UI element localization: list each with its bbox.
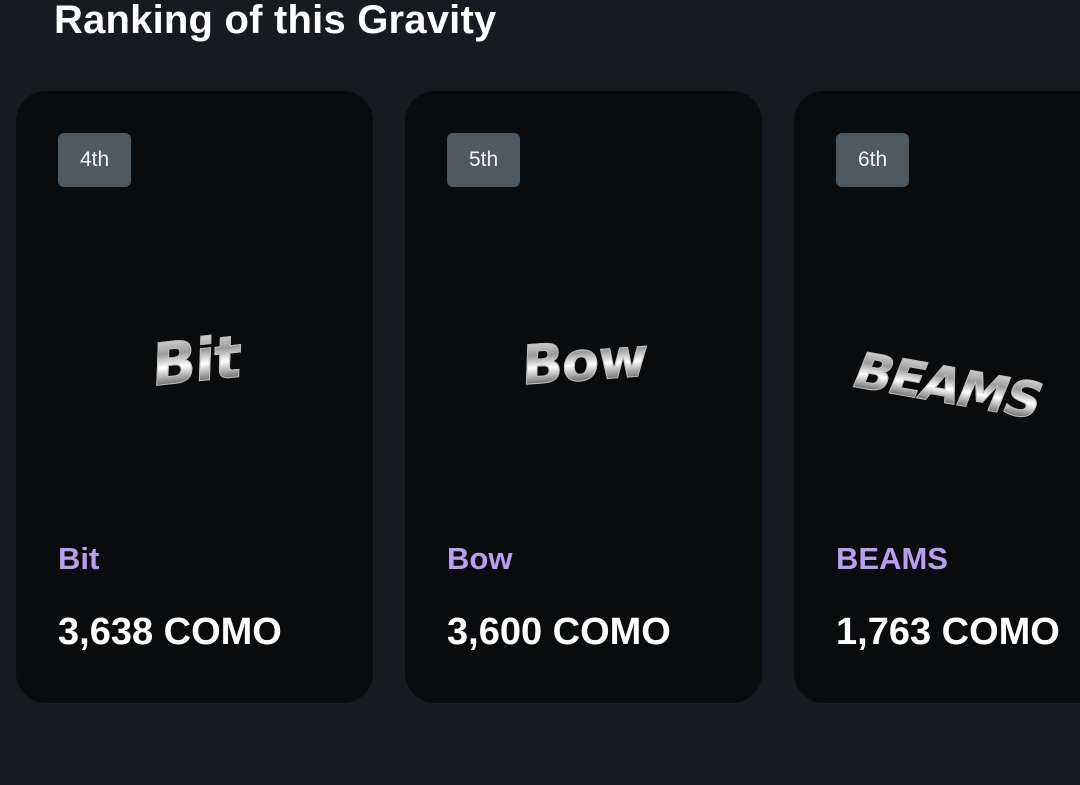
rank-badge: 5th [447,133,521,187]
ranking-carousel[interactable]: 4th Bit Bit 3,638 COMO 5th Bow Bow 3,600… [16,91,1080,703]
member-como-count: 1,763 COMO [836,611,1060,653]
member-como-count: 3,638 COMO [58,611,282,653]
member-logo-text: Bit [150,322,242,401]
member-logo-image: BEAMS [844,316,1080,456]
member-logo-image: Bit [56,291,336,431]
ranking-card-6th[interactable]: 6th BEAMS BEAMS 1,763 COMO [794,91,1080,703]
ranking-card-4th[interactable]: 4th Bit Bit 3,638 COMO [16,91,373,703]
member-logo-text: BEAMS [844,342,1051,430]
ranking-card-5th[interactable]: 5th Bow Bow 3,600 COMO [405,91,762,703]
rank-badge: 4th [58,133,132,187]
member-como-count: 3,600 COMO [447,611,671,653]
section-title: Ranking of this Gravity [54,0,497,42]
member-logo-image: Bow [445,291,725,431]
ranking-track: 4th Bit Bit 3,638 COMO 5th Bow Bow 3,600… [16,91,1080,703]
member-name: BEAMS [836,541,948,576]
member-name: Bow [447,541,513,576]
member-name: Bit [58,541,100,576]
member-logo-text: Bow [521,324,649,398]
rank-badge: 6th [836,133,910,187]
